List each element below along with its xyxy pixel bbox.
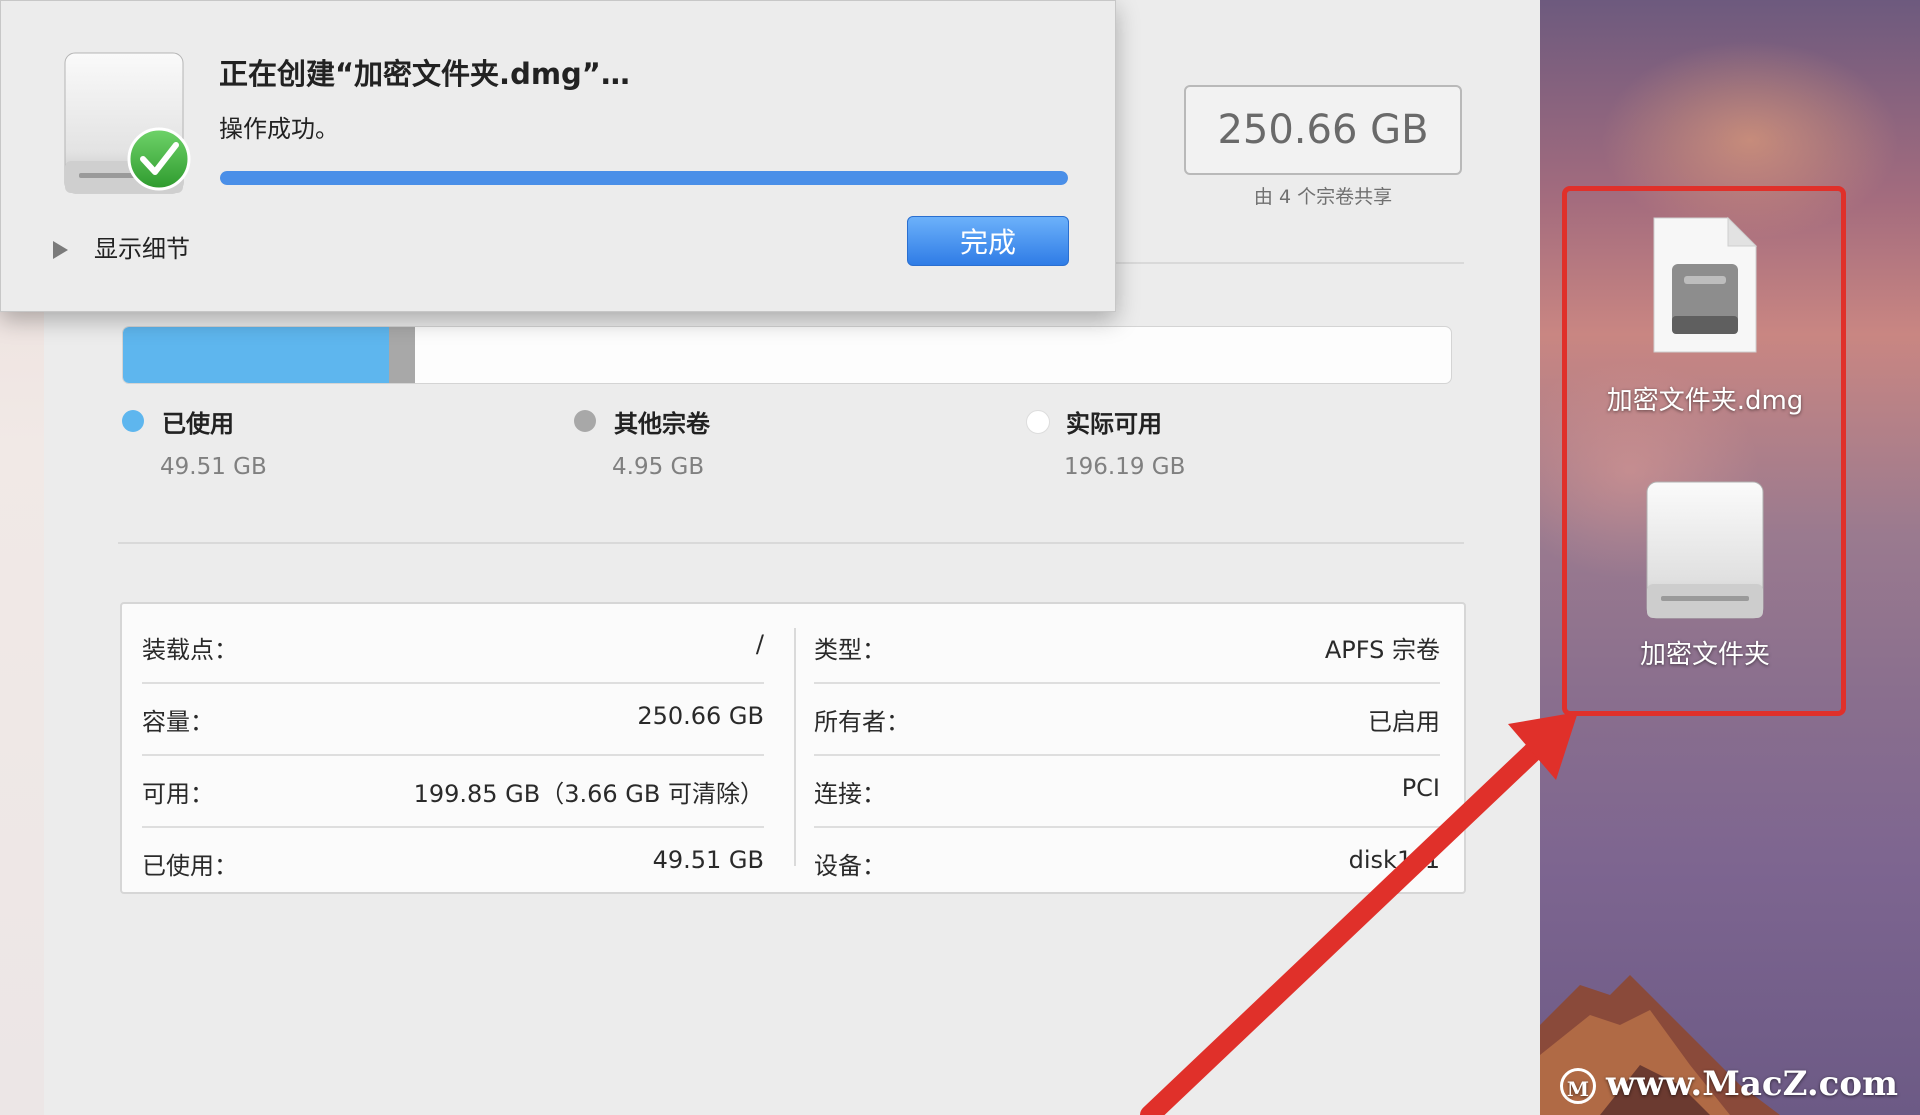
progress-bar (220, 171, 1068, 185)
info-value: APFS 宗卷 (1324, 636, 1440, 664)
macz-logo-icon: M (1560, 1068, 1596, 1104)
disclosure-triangle-icon[interactable] (53, 241, 68, 259)
volume-icon-label: 加密文件夹 (1639, 640, 1770, 670)
volume-info-table: 装载点： / 容量： 250.66 GB 可用： 199.85 GB（3.66 … (120, 602, 1466, 894)
info-row-owners: 所有者： 已启用 (814, 684, 1440, 756)
capacity-shared-note: 由 4 个宗卷共享 (1253, 186, 1393, 208)
usage-used-segment (123, 327, 389, 383)
info-key: 类型： (814, 636, 886, 664)
show-details-toggle[interactable]: 显示细节 (53, 229, 190, 264)
column-divider (794, 628, 796, 866)
mounted-disk-icon (1646, 481, 1764, 619)
dmg-file-icon (1653, 216, 1758, 353)
create-image-dialog: 正在创建“加密文件夹.dmg”… 操作成功。 显示细节 完成 (0, 0, 1116, 312)
usage-bar (122, 326, 1452, 384)
show-details-label: 显示细节 (94, 235, 190, 263)
info-row-connection: 连接： PCI (814, 756, 1440, 828)
info-value: disk1s1 (1348, 846, 1440, 874)
info-row-available: 可用： 199.85 GB（3.66 GB 可清除） (142, 756, 764, 828)
desktop-icon-dmg[interactable]: 加密文件夹.dmg (1570, 214, 1840, 417)
legend-free-label: 实际可用 (1066, 410, 1162, 438)
info-key: 设备： (814, 852, 886, 880)
info-key: 容量： (142, 708, 214, 736)
info-value: PCI (1401, 774, 1440, 802)
usage-other-segment (388, 327, 416, 383)
dmg-icon-label: 加密文件夹.dmg (1606, 386, 1804, 416)
legend-other-value: 4.95 GB (612, 454, 705, 480)
info-value: 49.51 GB (652, 846, 764, 874)
done-button[interactable]: 完成 (907, 216, 1069, 266)
info-key: 连接： (814, 780, 886, 808)
watermark: Mwww.MacZ.com (1560, 1064, 1898, 1104)
watermark-text: www.MacZ.com (1606, 1064, 1899, 1104)
dialog-title: 正在创建“加密文件夹.dmg”… (219, 57, 630, 91)
info-value: 199.85 GB（3.66 GB 可清除） (413, 780, 764, 808)
info-value: / (755, 630, 764, 658)
info-row-used: 已使用： 49.51 GB (142, 828, 764, 900)
progress-fill (220, 171, 1068, 185)
dialog-status: 操作成功。 (219, 115, 339, 143)
used-color-dot (122, 410, 144, 432)
info-row-device: 设备： disk1s1 (814, 828, 1440, 900)
divider (118, 542, 1464, 544)
info-row-type: 类型： APFS 宗卷 (814, 612, 1440, 684)
legend-used-value: 49.51 GB (160, 454, 267, 480)
legend-other-label: 其他宗卷 (614, 410, 710, 438)
info-key: 装载点： (142, 636, 238, 664)
free-color-dot (1026, 410, 1050, 434)
info-key: 所有者： (814, 708, 910, 736)
other-color-dot (574, 410, 596, 432)
disk-success-icon (64, 52, 191, 194)
capacity-total: 250.66 GB (1184, 85, 1462, 175)
desktop-icon-volume[interactable]: 加密文件夹 (1570, 480, 1840, 671)
info-row-capacity: 容量： 250.66 GB (142, 684, 764, 756)
info-value: 已启用 (1368, 708, 1440, 736)
info-key: 可用： (142, 780, 214, 808)
info-key: 已使用： (142, 852, 238, 880)
info-row-mount-point: 装载点： / (142, 612, 764, 684)
legend-used-label: 已使用 (162, 410, 234, 438)
info-value: 250.66 GB (637, 702, 764, 730)
legend-free-value: 196.19 GB (1064, 454, 1186, 480)
